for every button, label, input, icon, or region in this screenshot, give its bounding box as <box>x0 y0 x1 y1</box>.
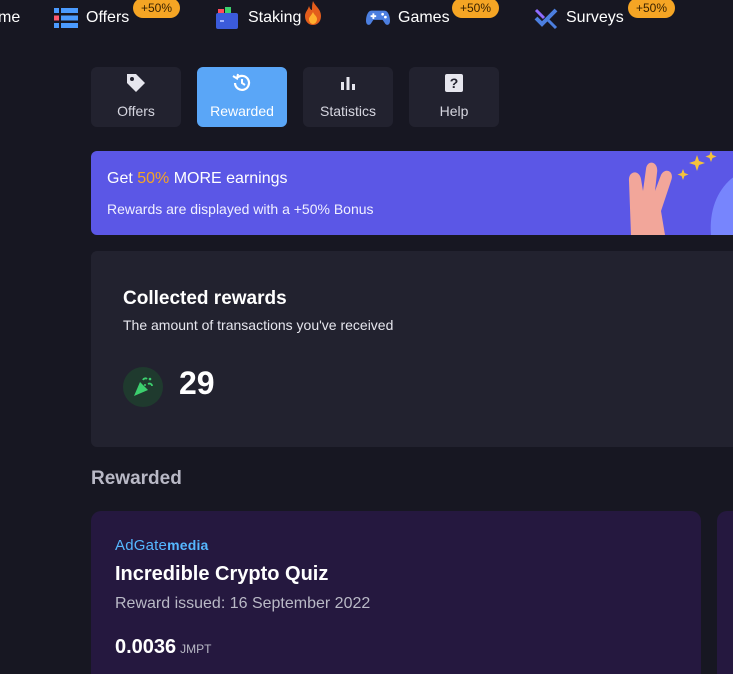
bonus-badge: +50% <box>133 0 181 18</box>
nav-label: Games <box>398 9 450 26</box>
nav-item-offers[interactable]: Offers <box>54 0 129 36</box>
banner-title: Get 50% MORE earnings <box>107 170 288 187</box>
nav-item-home[interactable]: me <box>0 0 20 36</box>
nav-label: Staking <box>248 9 302 26</box>
collected-title: Collected rewards <box>123 288 287 309</box>
tab-label: Help <box>439 103 469 119</box>
list-icon <box>54 6 78 30</box>
reward-unit: JMPT <box>180 642 212 656</box>
bar-chart-icon <box>337 72 359 94</box>
bonus-badge: +50% <box>452 0 500 18</box>
reward-amount: 0.0036 JMPT <box>115 636 212 658</box>
nav-item-surveys[interactable]: Surveys <box>534 0 624 36</box>
top-navigation: me Offers +50% Staking Games +50% Survey… <box>0 0 733 36</box>
bonus-banner: Get 50% MORE earnings Rewards are displa… <box>91 151 733 235</box>
nav-label: me <box>0 9 21 26</box>
reward-card[interactable]: AdGatemedia Incredible Crypto Quiz Rewar… <box>91 511 701 674</box>
bonus-badge: +50% <box>628 0 676 18</box>
tab-label: Rewarded <box>210 103 274 119</box>
banner-subtitle: Rewards are displayed with a +50% Bonus <box>107 201 374 217</box>
survey-icon <box>534 6 558 30</box>
question-icon: ? <box>443 72 465 94</box>
reward-title: Incredible Crypto Quiz <box>115 563 329 585</box>
nav-item-games[interactable]: Games <box>366 0 450 36</box>
tab-help[interactable]: ? Help <box>409 67 499 127</box>
banner-accent: 50% <box>137 170 170 187</box>
tab-offers[interactable]: Offers <box>91 67 181 127</box>
tab-statistics[interactable]: Statistics <box>303 67 393 127</box>
wallet-icon <box>216 6 240 30</box>
party-popper-icon <box>123 367 163 407</box>
svg-text:?: ? <box>450 75 459 91</box>
fire-icon <box>303 0 323 26</box>
gamepad-icon <box>366 6 390 30</box>
nav-item-staking[interactable]: Staking <box>216 0 323 36</box>
collected-rewards-card: Collected rewards The amount of transact… <box>91 251 733 447</box>
clapping-hands-illustration <box>628 151 733 235</box>
reward-card-next[interactable] <box>717 511 733 674</box>
provider-logo: AdGatemedia <box>115 537 209 554</box>
tag-icon <box>125 72 147 94</box>
collected-count: 29 <box>179 365 215 401</box>
history-icon <box>231 72 253 94</box>
tab-rewarded[interactable]: Rewarded <box>197 67 287 127</box>
nav-label: Offers <box>86 9 130 26</box>
section-title-rewarded: Rewarded <box>91 468 182 489</box>
nav-label: Surveys <box>566 9 624 26</box>
collected-subtitle: The amount of transactions you've receiv… <box>123 317 394 333</box>
tab-label: Offers <box>117 103 155 119</box>
reward-date: Reward issued: 16 September 2022 <box>115 595 371 612</box>
tab-label: Statistics <box>319 103 376 119</box>
